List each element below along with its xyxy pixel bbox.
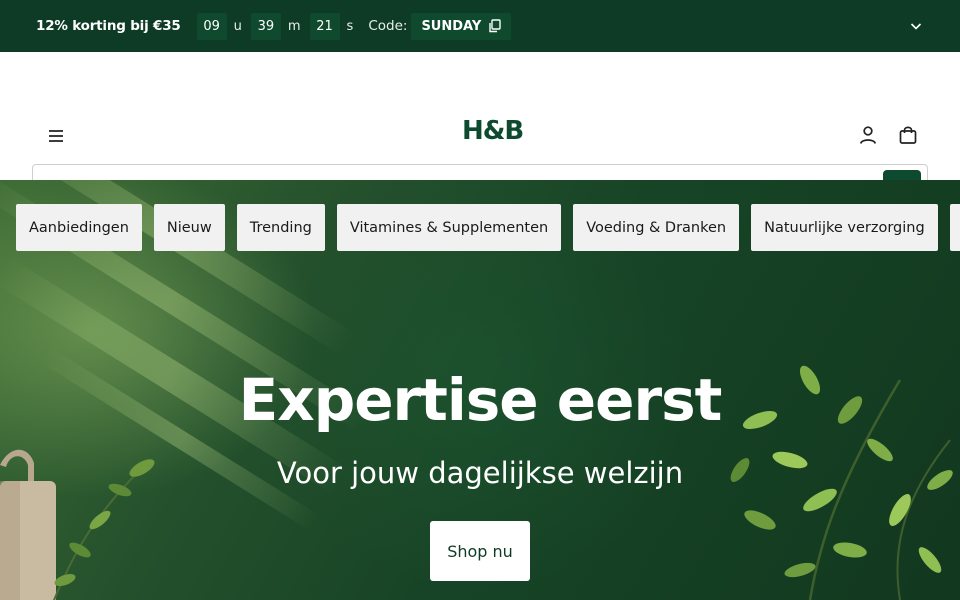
chevron-down-icon[interactable] xyxy=(908,18,924,34)
promo-code: SUNDAY xyxy=(421,18,482,34)
plant-left-image xyxy=(52,459,155,600)
category-chip-nieuw[interactable]: Nieuw xyxy=(153,204,225,251)
category-chip-vitamines[interactable]: Vitamines & Supplementen xyxy=(336,204,562,251)
site-header: H&B xyxy=(0,52,960,214)
user-icon[interactable] xyxy=(856,123,880,147)
logo[interactable]: H&B xyxy=(462,116,524,146)
countdown-seconds-unit: s xyxy=(346,18,354,34)
category-chip-more[interactable] xyxy=(949,204,960,251)
promo-text: 12% korting bij €35 xyxy=(36,18,181,34)
copy-code-button[interactable]: SUNDAY xyxy=(411,12,512,40)
category-chip-trending[interactable]: Trending xyxy=(236,204,325,251)
bag-icon[interactable] xyxy=(896,123,920,147)
countdown-hours-unit: u xyxy=(233,18,242,34)
menu-icon[interactable] xyxy=(44,124,68,148)
category-chip-voeding[interactable]: Voeding & Dranken xyxy=(573,204,740,251)
hero-banner: Aanbiedingen Nieuw Trending Vitamines & … xyxy=(0,180,960,600)
countdown-hours: 09 xyxy=(196,12,227,40)
shop-now-button[interactable]: Shop nu xyxy=(430,521,530,581)
code-label: Code: xyxy=(368,18,408,34)
category-chip-aanbiedingen[interactable]: Aanbiedingen xyxy=(16,204,142,251)
hero-subtitle: Voor jouw dagelijkse welzijn xyxy=(276,456,684,490)
hero-title: Expertise eerst xyxy=(238,366,723,434)
category-nav: Aanbiedingen Nieuw Trending Vitamines & … xyxy=(16,204,960,251)
promo-bar: 12% korting bij €35 09 u 39 m 21 s Code:… xyxy=(0,0,960,52)
countdown-minutes: 39 xyxy=(250,12,281,40)
copy-icon xyxy=(489,19,501,33)
category-chip-natuurlijke-verzorging[interactable]: Natuurlijke verzorging xyxy=(751,204,938,251)
countdown-minutes-unit: m xyxy=(287,18,301,34)
countdown-seconds: 21 xyxy=(309,12,340,40)
